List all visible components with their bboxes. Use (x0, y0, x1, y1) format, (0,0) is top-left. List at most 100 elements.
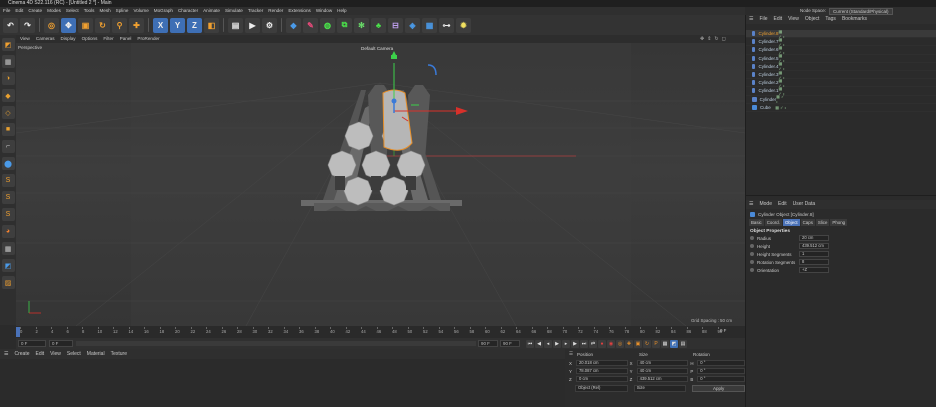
position-key-icon[interactable]: ✚ (625, 339, 633, 348)
go-start-icon[interactable]: ⏮ (526, 339, 534, 348)
material-menu-material[interactable]: Material (87, 349, 105, 359)
animate-dot-icon[interactable] (750, 268, 754, 272)
om-menu-edit[interactable]: Edit (774, 15, 783, 24)
pen-icon[interactable]: ✎ (303, 17, 318, 33)
menu-volume[interactable]: Volume (133, 7, 148, 15)
subdivision-icon[interactable]: ◍ (320, 17, 335, 33)
menu-file[interactable]: File (3, 7, 10, 15)
menu-extensions[interactable]: Extensions (288, 7, 310, 15)
material-menu-texture[interactable]: Texture (111, 349, 127, 359)
rotation-key-icon[interactable]: ↻ (643, 339, 651, 348)
scale-key-icon[interactable]: ▣ (634, 339, 642, 348)
make-editable-icon[interactable]: ◩ (1, 38, 15, 51)
timeline-layout-icon[interactable]: ▤ (679, 339, 687, 348)
property-value-field[interactable]: 20 cm (799, 235, 829, 241)
move-icon[interactable]: ✥ (61, 17, 76, 33)
locking-icon[interactable]: S (1, 208, 15, 221)
menu-select[interactable]: Select (66, 7, 79, 15)
end-frame2-field[interactable]: 90 F (500, 340, 520, 347)
camera-icon[interactable]: ⊟ (388, 17, 403, 33)
keyframe-selection-icon[interactable]: ◎ (616, 339, 624, 348)
attr-menu-mode[interactable]: Mode (759, 200, 772, 209)
dolly-icon[interactable]: ⇕ (707, 36, 711, 42)
axis-icon[interactable]: S (1, 191, 15, 204)
field-icon[interactable]: ◈ (405, 17, 420, 33)
scene-icon[interactable]: ⊶ (439, 17, 454, 33)
menu-help[interactable]: Help (337, 7, 346, 15)
material-menu-view[interactable]: View (50, 349, 61, 359)
coord-size-dropdown[interactable]: Size (633, 385, 687, 392)
object-list-item[interactable]: Cylinder ▦ ✓ • (746, 94, 936, 104)
play-icon[interactable]: ▶ (553, 339, 561, 348)
prev-frame-icon[interactable]: ◂ (544, 339, 552, 348)
size-field[interactable]: 439.512 cm (636, 376, 689, 382)
grid-icon[interactable]: ▦ (1, 242, 15, 255)
rotation-field[interactable]: 0 ° (697, 360, 745, 366)
menu-modes[interactable]: Modes (47, 7, 61, 15)
object-list-item[interactable]: Cylinder.7 ▦ ✓ • (746, 37, 936, 47)
viewport-menu-filter[interactable]: Filter (103, 35, 113, 43)
snap-icon[interactable]: ⬤ (1, 157, 15, 170)
coord-mode-dropdown[interactable]: Object (Rel) (575, 385, 628, 392)
pla-key-icon[interactable]: ▦ (661, 339, 669, 348)
undo-icon[interactable]: ↶ (3, 17, 18, 33)
render-region-icon[interactable]: ▤ (228, 17, 243, 33)
next-frame-icon[interactable]: ▸ (562, 339, 570, 348)
start-frame-field[interactable]: 0 F (49, 340, 73, 347)
attr-menu-userdata[interactable]: User Data (793, 200, 816, 209)
render-settings-icon[interactable]: ⚙ (262, 17, 277, 33)
end-frame-field[interactable]: 90 F (478, 340, 498, 347)
object-list-item[interactable]: Cylinder.3 ▦ ✓ • (746, 70, 936, 80)
material-menu-icon[interactable]: ☰ (4, 349, 8, 359)
tab-object[interactable]: Object (782, 219, 800, 226)
rotate-icon[interactable]: ↻ (95, 17, 110, 33)
attr-menu-edit[interactable]: Edit (778, 200, 787, 209)
pan-icon[interactable]: ✥ (700, 36, 704, 42)
animate-dot-icon[interactable] (750, 252, 754, 256)
object-list-item[interactable]: Cube ▦ ✓ • (746, 104, 936, 112)
object-list-item[interactable]: Cylinder.5 ▦ ✓ • (746, 53, 936, 63)
property-value-field[interactable]: +Z (799, 267, 829, 273)
tab-basic[interactable]: Basic (749, 219, 764, 226)
menu-window[interactable]: Window (316, 7, 332, 15)
object-list-item[interactable]: Cylinder.4 ▦ ✓ • (746, 61, 936, 71)
animate-dot-icon[interactable] (750, 260, 754, 264)
param-key-icon[interactable]: P (652, 339, 660, 348)
menu-edit[interactable]: Edit (15, 7, 23, 15)
size-field[interactable]: 40 cm (636, 368, 689, 374)
render-view-icon[interactable]: ▶ (245, 17, 260, 33)
points-mode-icon[interactable]: ◆ (1, 89, 15, 102)
property-value-field[interactable]: 1 (799, 251, 829, 257)
z-axis-icon[interactable]: Z (187, 17, 202, 33)
menu-mesh[interactable]: Mesh (99, 7, 110, 15)
position-field[interactable]: 78.087 cm (575, 368, 628, 374)
tab-phong[interactable]: Phong (830, 219, 848, 226)
material-menu-edit[interactable]: Edit (36, 349, 45, 359)
property-value-field[interactable]: 439.512 cm (799, 243, 829, 249)
size-field[interactable]: 40 cm (636, 360, 689, 366)
visibility-tags-icon[interactable]: ▦ ✓ • (776, 94, 786, 104)
om-menu-tags[interactable]: Tags (825, 15, 836, 24)
deformer-icon[interactable]: ♣ (371, 17, 386, 33)
autokey-icon[interactable]: ◉ (607, 339, 615, 348)
light-icon[interactable]: ✹ (456, 17, 471, 33)
object-list-item[interactable]: Cylinder.2 ▦ ✓ • (746, 78, 936, 88)
tab-caps[interactable]: Caps (800, 219, 815, 226)
om-menu-icon[interactable]: ☰ (749, 15, 753, 24)
viewport-menu-options[interactable]: Options (82, 35, 98, 43)
recent-tools-icon[interactable]: ⚲ (112, 17, 127, 33)
object-list-item[interactable]: Cylinder.6 ▦ ✓ • (746, 45, 936, 55)
polygons-mode-icon[interactable]: ■ (1, 123, 15, 136)
checkerboard-icon[interactable]: ▦ (1, 55, 15, 68)
preview-range-slider[interactable] (76, 341, 476, 346)
viewport-menu-prorender[interactable]: ProRender (137, 35, 159, 43)
maximize-icon[interactable]: ◻ (722, 36, 726, 42)
timeline-ruler[interactable]: 0 2 4 6 8 10 12 14 16 18 20 22 24 26 28 30 32 34 36 38 40 42 4… (16, 326, 745, 338)
rotation-field[interactable]: 0 ° (697, 368, 745, 374)
om-menu-bookmarks[interactable]: Bookmarks (842, 15, 867, 24)
om-menu-file[interactable]: File (759, 15, 767, 24)
prev-key-icon[interactable]: ◀ (535, 339, 543, 348)
tab-slice[interactable]: Slice (815, 219, 830, 226)
live-selection-icon[interactable]: ◎ (44, 17, 59, 33)
scheme-icon[interactable]: ◩ (670, 339, 678, 348)
